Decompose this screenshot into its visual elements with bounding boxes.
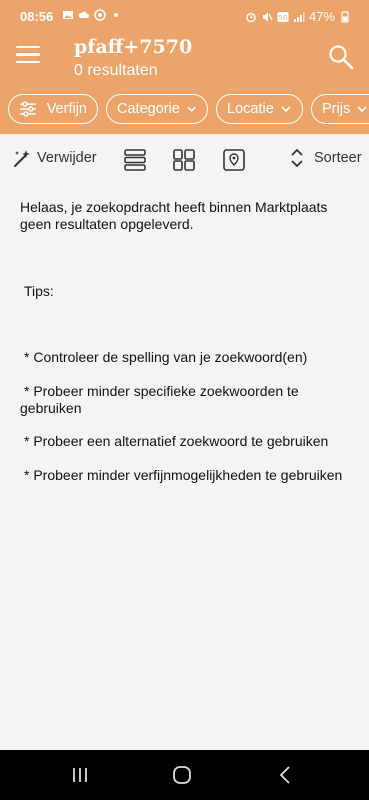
hamburger-icon xyxy=(16,46,40,49)
tips-label: Tips: xyxy=(24,283,54,299)
category-dropdown[interactable]: Categorie xyxy=(106,94,208,124)
search-query-title: pfaff+7570 xyxy=(74,36,193,58)
status-bar: 08:56 5G 47% xyxy=(0,0,369,34)
magic-wand-icon xyxy=(14,150,30,167)
chevron-down-icon xyxy=(187,106,196,112)
chevron-down-icon xyxy=(357,106,367,113)
price-label: Prijs xyxy=(322,101,351,117)
menu-button[interactable] xyxy=(16,46,40,66)
location-dropdown[interactable]: Locatie xyxy=(216,94,303,124)
5g-icon: 5G xyxy=(277,11,289,22)
recent-apps-icon[interactable] xyxy=(66,763,94,787)
refine-label: Verfijn xyxy=(46,101,87,117)
tip-item: * Probeer minder verfijnmogelijkheden te… xyxy=(24,467,343,483)
location-label: Locatie xyxy=(227,101,274,117)
map-view-icon[interactable] xyxy=(222,148,246,172)
sort-icon xyxy=(291,148,303,168)
sort-label: Sorteer xyxy=(314,150,362,166)
price-dropdown[interactable]: Prijs xyxy=(311,94,369,124)
status-time: 08:56 xyxy=(20,9,54,24)
category-label: Categorie xyxy=(117,101,180,117)
tip-item: * Probeer minder specifieke zoekwoorden … xyxy=(20,383,299,416)
chevron-down-icon xyxy=(281,106,291,113)
grid-view-icon[interactable] xyxy=(172,148,196,172)
system-nav-bar xyxy=(0,750,369,800)
cloud-icon xyxy=(78,11,89,18)
whatsapp-icon xyxy=(94,9,106,21)
remove-filters-button[interactable]: Verwijder xyxy=(12,148,97,168)
sort-button[interactable]: Sorteer xyxy=(289,148,362,168)
app-header: pfaff+7570 0 resultaten xyxy=(0,34,369,86)
battery-percent: 47% xyxy=(308,9,335,24)
tip-item: * Controleer de spelling van je zoekwoor… xyxy=(24,349,308,365)
mute-icon xyxy=(262,12,273,21)
result-count: 0 resultaten xyxy=(74,62,158,79)
signal-icon xyxy=(293,11,305,22)
alarm-icon xyxy=(246,12,256,22)
search-icon[interactable] xyxy=(328,44,354,70)
remove-filters-label: Verwijder xyxy=(37,150,97,166)
svg-text:5G: 5G xyxy=(279,14,288,21)
back-icon[interactable] xyxy=(272,763,300,787)
sliders-icon xyxy=(19,101,36,117)
battery-icon xyxy=(341,10,349,23)
results-toolbar: Verwijder Sorteer xyxy=(0,134,369,186)
refine-button[interactable]: Verfijn xyxy=(8,94,98,124)
filter-bar: Verfijn Categorie Locatie Prijs xyxy=(0,86,369,134)
home-icon[interactable] xyxy=(168,763,196,787)
no-results-text: Helaas, je zoekopdracht heeft binnen Mar… xyxy=(20,199,328,232)
image-icon xyxy=(63,11,73,19)
dot-icon xyxy=(114,13,118,17)
tip-item: * Probeer een alternatief zoekwoord te g… xyxy=(24,433,329,449)
list-view-icon[interactable] xyxy=(123,148,147,172)
